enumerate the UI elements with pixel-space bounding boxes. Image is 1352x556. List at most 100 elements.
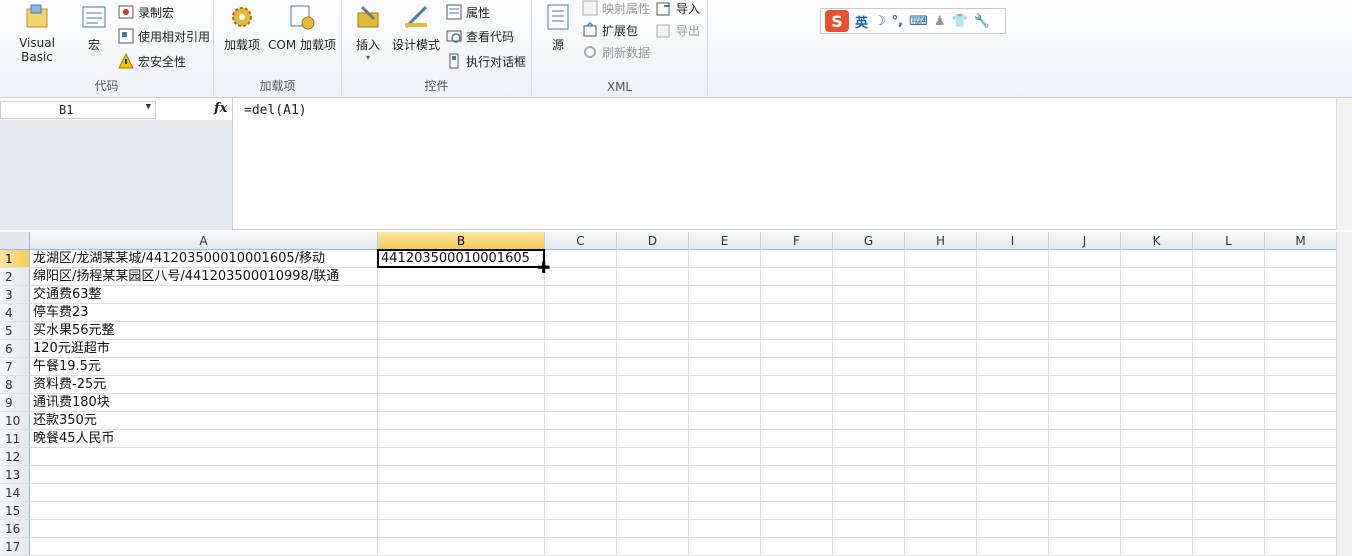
export-button[interactable]: 导出 xyxy=(656,20,700,40)
cell-a3[interactable]: 交通费63整 xyxy=(31,286,102,304)
user-icon[interactable]: ♟ xyxy=(934,14,946,29)
gridline xyxy=(616,250,617,556)
name-box[interactable]: B1 ▼ xyxy=(0,101,156,119)
moon-icon[interactable]: ☽ xyxy=(874,14,886,29)
cell-a5[interactable]: 买水果56元整 xyxy=(31,322,115,340)
relative-reference-button[interactable]: 使用相对引用 xyxy=(118,26,210,46)
column-header-l[interactable]: L xyxy=(1193,232,1265,250)
ime-toolbar[interactable]: S 英 ☽ °, ⌨ ♟ 👕 🔧 xyxy=(820,8,1006,34)
select-all-corner[interactable] xyxy=(0,232,30,250)
column-header-f[interactable]: F xyxy=(761,232,833,250)
record-macro-icon xyxy=(118,5,134,19)
cell-a6[interactable]: 120元逛超市 xyxy=(31,340,110,358)
ribbon: Visual Basic 宏 录制宏 使用相对引用 宏安全性 代码 加载项 CO… xyxy=(0,0,1352,98)
com-addins-button[interactable]: COM 加载项 xyxy=(266,2,338,53)
keyboard-icon[interactable]: ⌨ xyxy=(909,14,928,29)
row-header-5[interactable]: 5 xyxy=(0,322,30,340)
insert-control-button[interactable]: 插入 ▾ xyxy=(350,2,386,62)
com-addins-icon xyxy=(287,2,317,32)
column-header-k[interactable]: K xyxy=(1121,232,1193,250)
record-macro-button[interactable]: 录制宏 xyxy=(118,2,174,22)
insert-function-icon[interactable]: fx xyxy=(214,101,227,116)
row-header-9[interactable]: 9 xyxy=(0,394,30,412)
visual-basic-button[interactable]: Visual Basic xyxy=(2,2,72,64)
properties-button[interactable]: 属性 xyxy=(446,2,490,22)
group-xml-label: XML xyxy=(606,80,633,94)
vertical-scrollbar[interactable] xyxy=(1336,232,1352,556)
cell-a7[interactable]: 午餐19.5元 xyxy=(31,358,101,376)
cell-a2[interactable]: 绵阳区/扬程某某园区八号/441203500010998/联通 xyxy=(31,268,339,286)
macro-security-button[interactable]: 宏安全性 xyxy=(118,51,186,71)
run-dialog-icon xyxy=(449,53,459,69)
row-header-17[interactable]: 17 xyxy=(0,538,30,556)
gridline xyxy=(30,465,1336,466)
column-header-m[interactable]: M xyxy=(1265,232,1336,250)
group-code-label: 代码 xyxy=(94,79,119,93)
cell-a1[interactable]: 龙湖区/龙湖某某城/441203500010001605/移动 xyxy=(31,250,325,268)
column-header-c[interactable]: C xyxy=(545,232,617,250)
group-controls-label: 控件 xyxy=(424,79,449,93)
gridline xyxy=(30,519,1336,520)
gridline xyxy=(1192,250,1193,556)
spreadsheet-grid[interactable]: A B C D E F G H I J K L M 1 2 3 4 5 6 7 8 9 10 11 12 13 14 15 16 17 龙湖… xyxy=(0,232,1336,556)
gridline xyxy=(760,250,761,556)
gridline xyxy=(30,537,1336,538)
gear-icon xyxy=(227,2,257,32)
cell-a9[interactable]: 通讯费180块 xyxy=(31,394,110,412)
column-header-d[interactable]: D xyxy=(617,232,689,250)
row-header-11[interactable]: 11 xyxy=(0,430,30,448)
addins-button[interactable]: 加载项 xyxy=(220,2,264,53)
column-header-g[interactable]: G xyxy=(833,232,905,250)
run-dialog-button[interactable]: 执行对话框 xyxy=(446,51,526,71)
cell-a11[interactable]: 晚餐45人民币 xyxy=(31,430,115,448)
gridline xyxy=(30,483,1336,484)
column-header-h[interactable]: H xyxy=(905,232,977,250)
wrench-icon[interactable]: 🔧 xyxy=(974,14,990,29)
row-header-3[interactable]: 3 xyxy=(0,286,30,304)
cell-a8[interactable]: 资料费-25元 xyxy=(31,376,106,394)
chevron-down-icon[interactable]: ▼ xyxy=(146,102,151,112)
group-addins-label: 加载项 xyxy=(259,79,296,93)
row-header-12[interactable]: 12 xyxy=(0,448,30,466)
cell-a10[interactable]: 还款350元 xyxy=(31,412,97,430)
import-button[interactable]: 导入 xyxy=(656,0,700,18)
gridline xyxy=(688,250,689,556)
ime-mode-label[interactable]: 英 xyxy=(855,12,868,31)
gridline xyxy=(30,375,1336,376)
row-header-14[interactable]: 14 xyxy=(0,484,30,502)
row-header-15[interactable]: 15 xyxy=(0,502,30,520)
row-header-7[interactable]: 7 xyxy=(0,358,30,376)
column-header-e[interactable]: E xyxy=(689,232,761,250)
formula-input[interactable]: =del(A1) xyxy=(244,103,307,118)
formula-bar-scrollbar[interactable] xyxy=(1336,98,1352,230)
expansion-pack-button[interactable]: 扩展包 xyxy=(582,20,638,40)
refresh-data-button[interactable]: 刷新数据 xyxy=(582,42,650,62)
design-mode-icon xyxy=(401,2,431,32)
sogou-logo-icon[interactable]: S xyxy=(825,10,849,32)
row-header-8[interactable]: 8 xyxy=(0,376,30,394)
formula-bar-left-panel xyxy=(0,120,232,230)
warning-icon xyxy=(118,53,134,69)
row-header-2[interactable]: 2 xyxy=(0,268,30,286)
skin-icon[interactable]: 👕 xyxy=(952,14,968,29)
punctuation-icon[interactable]: °, xyxy=(892,14,903,29)
column-header-j[interactable]: J xyxy=(1049,232,1121,250)
gridline xyxy=(544,250,545,556)
row-header-16[interactable]: 16 xyxy=(0,520,30,538)
row-header-10[interactable]: 10 xyxy=(0,412,30,430)
source-button[interactable]: 源 xyxy=(540,2,576,53)
row-header-1[interactable]: 1 xyxy=(0,250,30,268)
column-header-a[interactable]: A xyxy=(30,232,378,250)
map-properties-button[interactable]: 映射属性 xyxy=(582,0,650,18)
design-mode-button[interactable]: 设计模式 xyxy=(390,2,442,53)
view-code-button[interactable]: 查看代码 xyxy=(446,26,514,46)
row-header-13[interactable]: 13 xyxy=(0,466,30,484)
cell-a4[interactable]: 停车费23 xyxy=(31,304,89,322)
row-header-6[interactable]: 6 xyxy=(0,340,30,358)
gridline xyxy=(30,357,1336,358)
column-header-b[interactable]: B xyxy=(378,232,545,250)
column-header-i[interactable]: I xyxy=(977,232,1049,250)
gridline xyxy=(1120,250,1121,556)
row-header-4[interactable]: 4 xyxy=(0,304,30,322)
macro-button[interactable]: 宏 xyxy=(76,2,112,53)
